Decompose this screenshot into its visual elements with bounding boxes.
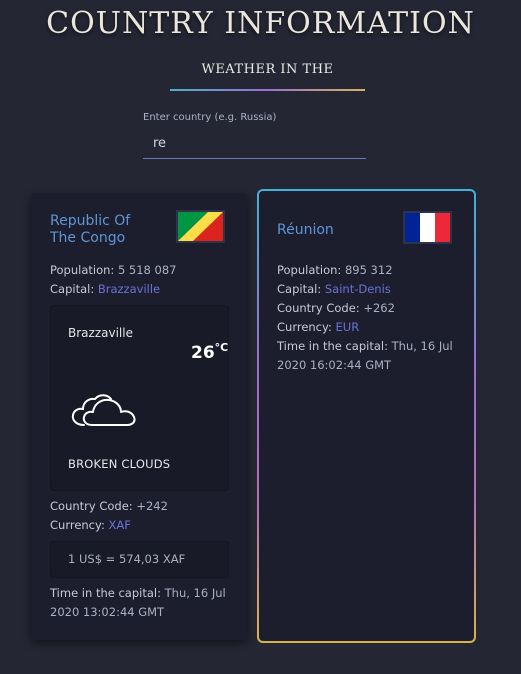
- france-flag-icon: [403, 211, 452, 244]
- country-name: Réunion: [277, 222, 334, 238]
- weather-subtitle: WEATHER IN THE: [201, 62, 334, 77]
- population-label: Population:: [277, 263, 342, 277]
- search-field: Enter country (e.g. Russia): [143, 112, 366, 159]
- capital-link[interactable]: Saint-Denis: [325, 282, 391, 296]
- exchange-rate: 1 US$ = 574,03 XAF: [50, 541, 229, 578]
- country-code-label: Country Code:: [277, 301, 360, 315]
- time-value-line1: Thu, 16 Jul: [164, 586, 226, 600]
- weather-description: BROKEN CLOUDS: [68, 457, 171, 471]
- temperature-value: 26: [191, 343, 215, 363]
- time-value-line2: 2020 16:02:44 GMT: [277, 358, 392, 372]
- capital-label: Capital:: [277, 282, 322, 296]
- country-search-input[interactable]: [143, 129, 366, 159]
- congo-flag-icon: [176, 210, 225, 243]
- population-value: 895 312: [344, 263, 393, 277]
- currency-link[interactable]: EUR: [336, 320, 360, 334]
- search-label: Enter country (e.g. Russia): [143, 112, 277, 123]
- country-card-congo: Republic Of The Congo Population: 5 518 …: [31, 193, 247, 640]
- country-code-value: +242: [136, 499, 168, 513]
- country-info-bottom: Country Code: +242 Currency: XAF: [50, 497, 168, 535]
- cloud-icon: [71, 394, 136, 426]
- weather-panel: Brazzaville 26°C BROKEN CLOUDS: [50, 305, 229, 491]
- time-value-line2: 2020 13:02:44 GMT: [50, 605, 165, 619]
- weather-temperature: 26°C: [191, 341, 229, 363]
- time-label: Time in the capital:: [277, 339, 388, 353]
- page-title: COUNTRY INFORMATION: [46, 6, 475, 41]
- capital-link[interactable]: Brazzaville: [98, 282, 160, 296]
- population-label: Population:: [50, 263, 115, 277]
- population-value: 5 518 087: [117, 263, 177, 277]
- temperature-unit: °C: [214, 341, 229, 354]
- currency-label: Currency:: [277, 320, 332, 334]
- capital-label: Capital:: [50, 282, 95, 296]
- currency-link[interactable]: XAF: [109, 518, 131, 532]
- country-card-reunion: Réunion Population: 895 312 Capital: Sai…: [257, 189, 476, 643]
- subtitle-underline: [170, 89, 365, 91]
- capital-time: Time in the capital: Thu, 16 Jul 2020 13…: [50, 584, 226, 622]
- time-value-line1: Thu, 16 Jul: [391, 339, 453, 353]
- country-code-value: +262: [363, 301, 395, 315]
- currency-label: Currency:: [50, 518, 105, 532]
- country-code-label: Country Code:: [50, 499, 133, 513]
- time-label: Time in the capital:: [50, 586, 161, 600]
- country-info-top: Population: 5 518 087 Capital: Brazzavil…: [50, 261, 176, 299]
- country-name: Republic Of The Congo: [50, 213, 131, 246]
- weather-city: Brazzaville: [68, 326, 133, 340]
- country-info: Population: 895 312 Capital: Saint-Denis…: [277, 261, 462, 375]
